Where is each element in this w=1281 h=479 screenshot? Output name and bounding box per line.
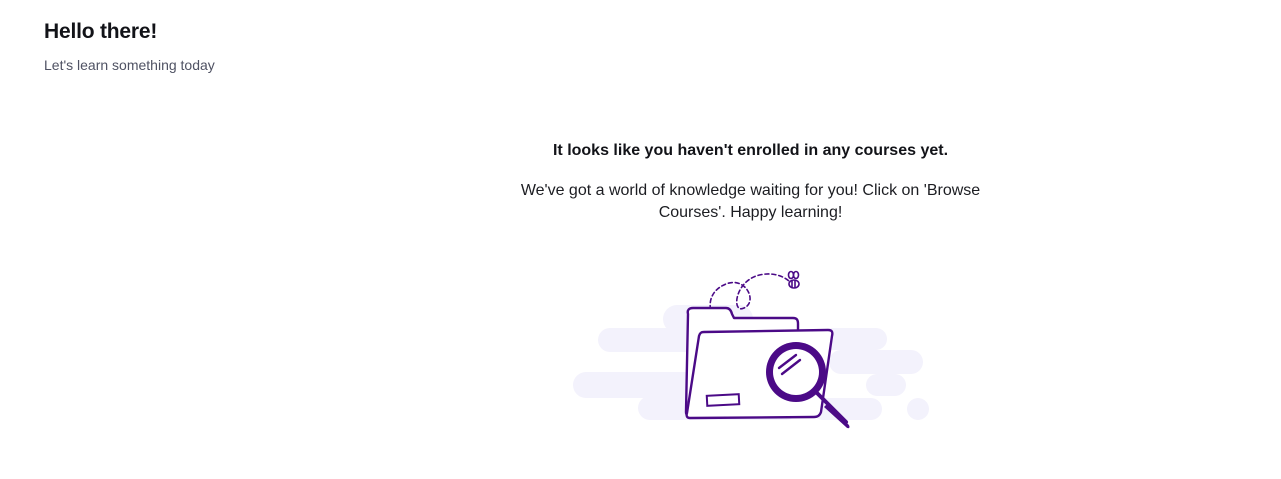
bee-icon <box>787 270 800 289</box>
folder-search-icon <box>573 270 929 429</box>
page-subtitle: Let's learn something today <box>44 57 215 73</box>
dashboard-page: Hello there! Let's learn something today… <box>0 0 1281 479</box>
empty-state-description: We've got a world of knowledge waiting f… <box>520 182 981 221</box>
page-title: Hello there! <box>44 20 158 43</box>
empty-state-message: It looks like you haven't enrolled in an… <box>480 140 1021 224</box>
empty-state-title: It looks like you haven't enrolled in an… <box>552 142 949 159</box>
greeting-header: Hello there! Let's learn something today <box>44 18 215 74</box>
